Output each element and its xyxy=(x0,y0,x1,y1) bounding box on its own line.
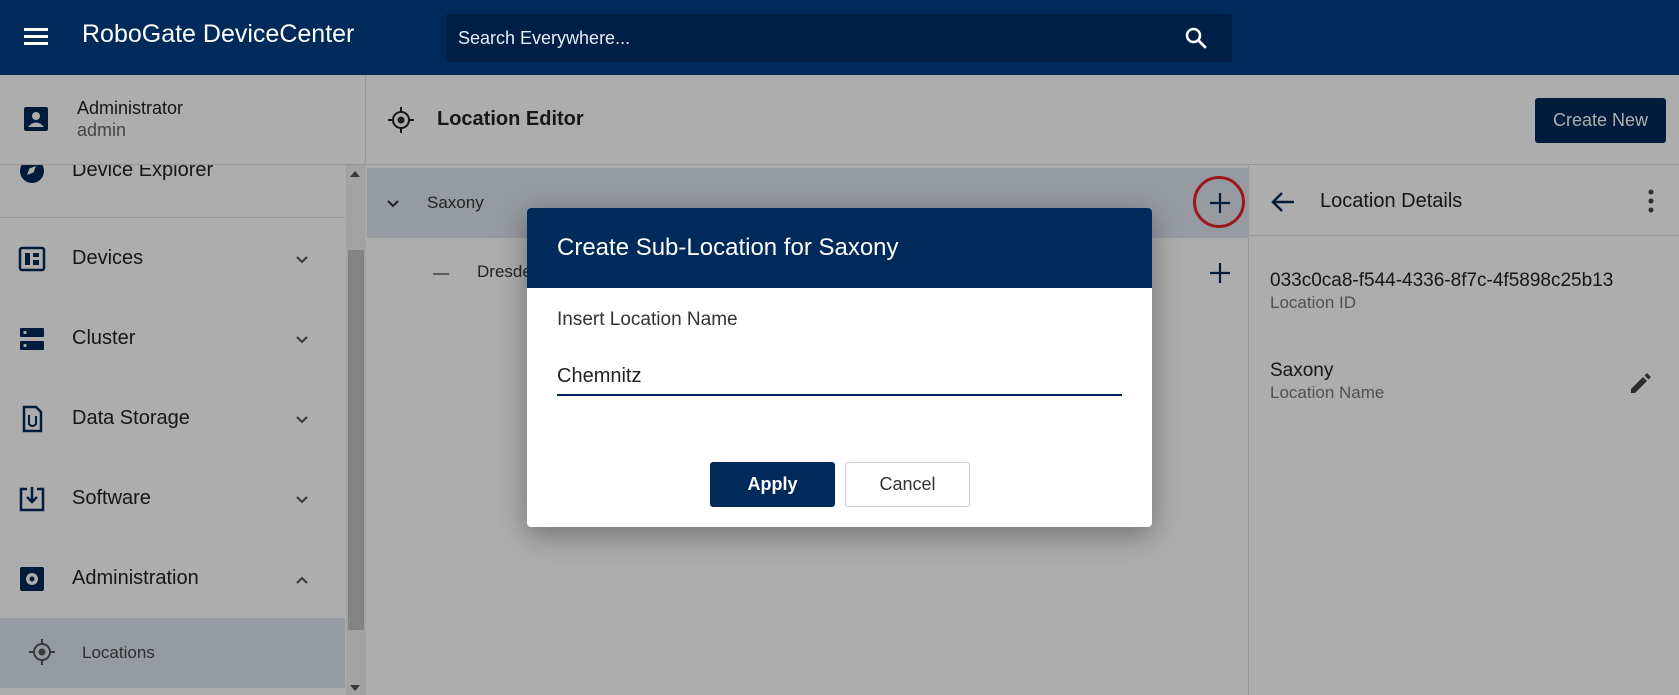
location-name-field-label: Insert Location Name xyxy=(557,309,738,330)
search-bar xyxy=(446,14,1232,62)
search-icon[interactable] xyxy=(1184,26,1208,50)
cancel-button[interactable]: Cancel xyxy=(845,462,970,507)
search-input[interactable] xyxy=(458,14,1158,62)
top-bar: RoboGate DeviceCenter xyxy=(0,0,1679,75)
location-name-input[interactable] xyxy=(557,358,1122,396)
app-title: RoboGate DeviceCenter xyxy=(82,20,355,48)
dialog-header: Create Sub-Location for Saxony xyxy=(527,208,1152,288)
hamburger-menu-icon[interactable] xyxy=(22,24,52,50)
dialog-title: Create Sub-Location for Saxony xyxy=(557,234,899,261)
apply-button[interactable]: Apply xyxy=(710,462,835,507)
create-sub-location-dialog: Create Sub-Location for Saxony Insert Lo… xyxy=(527,208,1152,527)
